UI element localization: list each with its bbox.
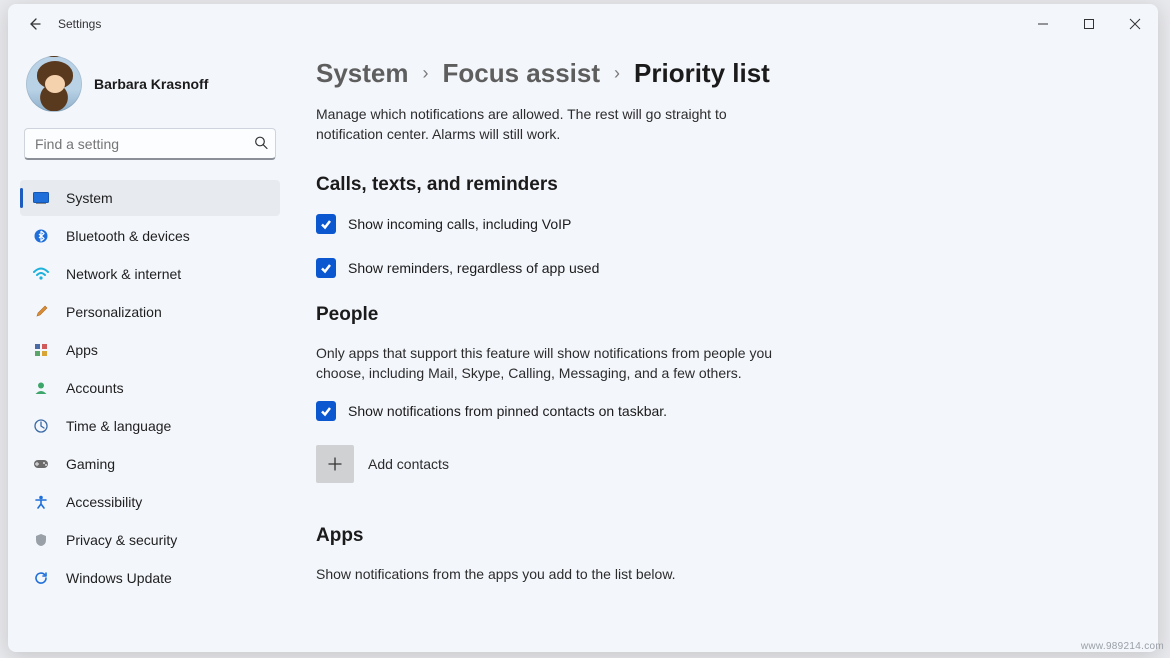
sidebar-item-label: Time & language	[66, 418, 171, 434]
search-field-wrap	[24, 128, 276, 160]
sidebar-item-accessibility[interactable]: Accessibility	[20, 484, 280, 520]
sidebar-item-apps[interactable]: Apps	[20, 332, 280, 368]
search-input[interactable]	[24, 128, 276, 160]
sidebar-item-network[interactable]: Network & internet	[20, 256, 280, 292]
sidebar-item-label: Network & internet	[66, 266, 181, 282]
sidebar-item-privacy[interactable]: Privacy & security	[20, 522, 280, 558]
breadcrumb-current: Priority list	[634, 58, 770, 89]
sidebar-item-label: System	[66, 190, 113, 206]
arrow-left-icon	[26, 16, 42, 32]
section-title-calls: Calls, texts, and reminders	[316, 174, 1118, 196]
maximize-button[interactable]	[1066, 4, 1112, 44]
sidebar-item-personalization[interactable]: Personalization	[20, 294, 280, 330]
shield-icon	[32, 533, 50, 547]
add-contacts-label: Add contacts	[368, 456, 449, 472]
option-label: Show incoming calls, including VoIP	[348, 216, 571, 232]
section-title-apps: Apps	[316, 525, 1118, 547]
bluetooth-icon	[32, 229, 50, 243]
sidebar-item-label: Gaming	[66, 456, 115, 472]
titlebar: Settings	[8, 4, 1158, 44]
sidebar-item-gaming[interactable]: Gaming	[20, 446, 280, 482]
gamepad-icon	[32, 458, 50, 470]
sidebar-item-label: Personalization	[66, 304, 162, 320]
apps-icon	[32, 343, 50, 357]
breadcrumb-link-system[interactable]: System	[316, 58, 409, 89]
avatar	[26, 56, 82, 112]
section-title-people: People	[316, 304, 1118, 326]
option-label: Show notifications from pinned contacts …	[348, 403, 667, 419]
sidebar-item-label: Accessibility	[66, 494, 142, 510]
sidebar-item-label: Apps	[66, 342, 98, 358]
window-title: Settings	[54, 17, 101, 31]
close-icon	[1129, 18, 1141, 30]
breadcrumb-link-focus-assist[interactable]: Focus assist	[443, 58, 601, 89]
nav-list: System Bluetooth & devices Network & int…	[20, 180, 280, 596]
section-desc-people: Only apps that support this feature will…	[316, 344, 776, 383]
option-label: Show reminders, regardless of app used	[348, 260, 599, 276]
close-button[interactable]	[1112, 4, 1158, 44]
option-show-reminders[interactable]: Show reminders, regardless of app used	[316, 258, 1118, 278]
minimize-icon	[1037, 18, 1049, 30]
user-name: Barbara Krasnoff	[94, 76, 208, 92]
sidebar-item-system[interactable]: System	[20, 180, 280, 216]
sidebar: Barbara Krasnoff System	[8, 44, 288, 652]
main-content: System › Focus assist › Priority list Ma…	[288, 44, 1158, 652]
checkbox-checked-icon	[316, 214, 336, 234]
user-row[interactable]: Barbara Krasnoff	[20, 48, 280, 126]
accessibility-icon	[32, 495, 50, 509]
paintbrush-icon	[32, 305, 50, 319]
update-icon	[32, 571, 50, 585]
chevron-right-icon: ›	[423, 63, 429, 84]
add-contacts-button[interactable]: Add contacts	[316, 445, 1118, 483]
sidebar-item-label: Privacy & security	[66, 532, 177, 548]
minimize-button[interactable]	[1020, 4, 1066, 44]
back-button[interactable]	[14, 4, 54, 44]
chevron-right-icon: ›	[614, 63, 620, 84]
option-show-incoming-calls[interactable]: Show incoming calls, including VoIP	[316, 214, 1118, 234]
watermark-text: www.989214.com	[1081, 641, 1164, 652]
system-icon	[32, 192, 50, 204]
option-pinned-contacts[interactable]: Show notifications from pinned contacts …	[316, 401, 1118, 421]
sidebar-item-time[interactable]: Time & language	[20, 408, 280, 444]
globe-clock-icon	[32, 419, 50, 433]
sidebar-item-accounts[interactable]: Accounts	[20, 370, 280, 406]
plus-icon	[316, 445, 354, 483]
sidebar-item-bluetooth[interactable]: Bluetooth & devices	[20, 218, 280, 254]
breadcrumb: System › Focus assist › Priority list	[316, 58, 1118, 89]
sidebar-item-label: Windows Update	[66, 570, 172, 586]
section-desc-apps: Show notifications from the apps you add…	[316, 565, 776, 585]
wifi-icon	[32, 267, 50, 281]
sidebar-item-label: Accounts	[66, 380, 124, 396]
sidebar-item-update[interactable]: Windows Update	[20, 560, 280, 596]
person-icon	[32, 381, 50, 395]
checkbox-checked-icon	[316, 401, 336, 421]
checkbox-checked-icon	[316, 258, 336, 278]
page-description: Manage which notifications are allowed. …	[316, 105, 776, 144]
settings-window: Settings Barbara Krasnoff	[8, 4, 1158, 652]
search-icon	[254, 136, 268, 153]
maximize-icon	[1083, 18, 1095, 30]
sidebar-item-label: Bluetooth & devices	[66, 228, 190, 244]
